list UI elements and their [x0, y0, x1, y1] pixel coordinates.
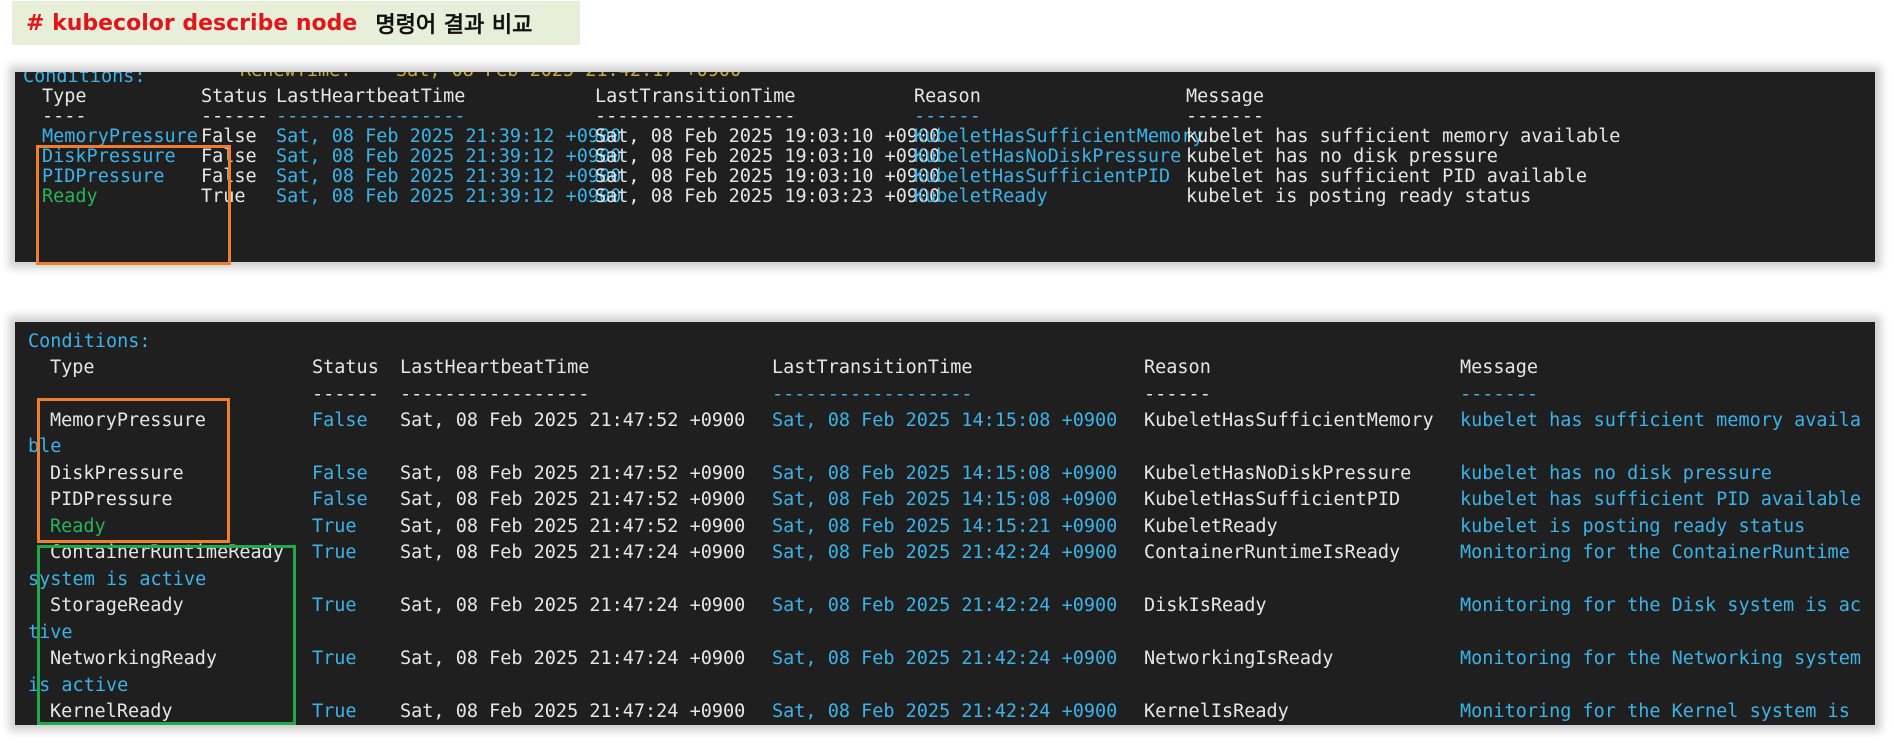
- header-transition: LastTransitionTime: [772, 357, 973, 378]
- separator-transition: ------------------: [772, 384, 973, 405]
- row-message: Monitoring for the ContainerRuntime: [1460, 542, 1850, 563]
- header-reason: Reason: [1144, 357, 1211, 378]
- separator-heartbeat: -----------------: [400, 384, 590, 405]
- row-transition: Sat, 08 Feb 2025 14:15:08 +0900: [772, 410, 1118, 431]
- highlight-box-new-conditions: [37, 545, 296, 725]
- row-status: False: [312, 410, 368, 431]
- row-transition: Sat, 08 Feb 2025 19:03:23 +0900: [595, 186, 941, 207]
- row-message: kubelet has no disk pressure: [1460, 463, 1772, 484]
- row-reason: KubeletHasSufficientMemory: [1144, 410, 1434, 431]
- heading-description: 명령어 결과 비교: [375, 13, 533, 38]
- row-reason: DiskIsReady: [1144, 595, 1267, 616]
- row-message: kubelet is posting ready status: [1186, 186, 1532, 207]
- clipped-renew-time-line: RenewTime: Sat, 08 Feb 2025 21:42:17 +09…: [240, 72, 741, 83]
- row-reason: NetworkingIsReady: [1144, 648, 1334, 669]
- row-message: Monitoring for the Kernel system is: [1460, 701, 1850, 722]
- separator-status: ------: [312, 384, 379, 405]
- header-heartbeat: LastHeartbeatTime: [400, 357, 590, 378]
- row-heartbeat: Sat, 08 Feb 2025 21:47:24 +0900: [400, 595, 746, 616]
- row-heartbeat: Sat, 08 Feb 2025 21:47:24 +0900: [400, 542, 746, 563]
- terminal-output-kubectl: RenewTime: Sat, 08 Feb 2025 21:42:17 +09…: [15, 72, 1875, 262]
- row-status: True: [312, 542, 357, 563]
- row-message: kubelet is posting ready status: [1460, 516, 1806, 537]
- heading-command: # kubecolor describe node: [26, 10, 358, 36]
- conditions-label: Conditions:: [28, 331, 151, 352]
- row-status: True: [312, 701, 357, 722]
- header-type: Type: [50, 357, 95, 378]
- row-transition: Sat, 08 Feb 2025 14:15:08 +0900: [772, 463, 1118, 484]
- row-transition: Sat, 08 Feb 2025 21:42:24 +0900: [772, 595, 1118, 616]
- row-transition: Sat, 08 Feb 2025 21:42:24 +0900: [772, 542, 1118, 563]
- row-message: Monitoring for the Networking system: [1460, 648, 1861, 669]
- row-reason: KubeletReady: [1144, 516, 1278, 537]
- row-reason: KubeletHasSufficientPID: [1144, 489, 1401, 510]
- highlight-box-pressure-conditions: [37, 398, 230, 543]
- row-heartbeat: Sat, 08 Feb 2025 21:39:12 +0900: [276, 186, 622, 207]
- separator-message: -------: [1460, 384, 1538, 405]
- row-reason: KubeletReady: [914, 186, 1048, 207]
- row-heartbeat: Sat, 08 Feb 2025 21:47:52 +0900: [400, 410, 746, 431]
- row-heartbeat: Sat, 08 Feb 2025 21:47:52 +0900: [400, 516, 746, 537]
- row-status: True: [312, 648, 357, 669]
- row-message: Monitoring for the Disk system is ac: [1460, 595, 1861, 616]
- row-heartbeat: Sat, 08 Feb 2025 21:47:52 +0900: [400, 463, 746, 484]
- row-message: kubelet has sufficient memory availa: [1460, 410, 1861, 431]
- row-status: False: [312, 489, 368, 510]
- row-reason: KubeletHasNoDiskPressure: [1144, 463, 1412, 484]
- row-transition: Sat, 08 Feb 2025 21:42:24 +0900: [772, 648, 1118, 669]
- highlight-box-pressure-conditions: [36, 145, 231, 265]
- row-status: True: [312, 516, 357, 537]
- page-heading: # kubecolor describe node 명령어 결과 비교: [12, 1, 580, 45]
- row-transition: Sat, 08 Feb 2025 14:15:08 +0900: [772, 489, 1118, 510]
- header-status: Status: [312, 357, 379, 378]
- row-transition: Sat, 08 Feb 2025 14:15:21 +0900: [772, 516, 1118, 537]
- row-status: True: [312, 595, 357, 616]
- row-message: kubelet has sufficient PID available: [1460, 489, 1861, 510]
- row-heartbeat: Sat, 08 Feb 2025 21:47:24 +0900: [400, 648, 746, 669]
- row-heartbeat: Sat, 08 Feb 2025 21:47:24 +0900: [400, 701, 746, 722]
- row-transition: Sat, 08 Feb 2025 21:42:24 +0900: [772, 701, 1118, 722]
- row-reason: KernelIsReady: [1144, 701, 1289, 722]
- row-status: False: [312, 463, 368, 484]
- row-reason: ContainerRuntimeIsReady: [1144, 542, 1401, 563]
- header-message: Message: [1460, 357, 1538, 378]
- separator-reason: ------: [1144, 384, 1211, 405]
- row-heartbeat: Sat, 08 Feb 2025 21:47:52 +0900: [400, 489, 746, 510]
